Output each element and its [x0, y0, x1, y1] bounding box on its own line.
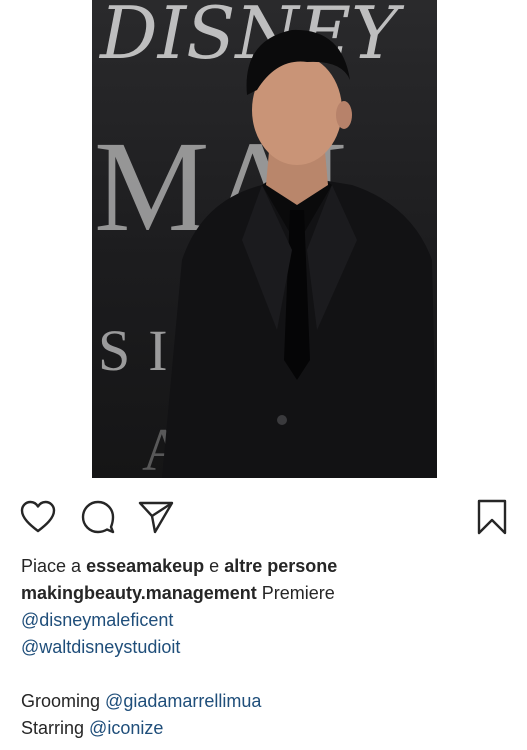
photo-illustration: DISNEY MAL SI A — [94, 0, 437, 478]
comment-button[interactable] — [76, 495, 120, 539]
caption-mention-line-2: @waltdisneystudioit — [21, 634, 511, 661]
caption-grooming-line: Grooming @giadamarrellimua — [21, 688, 511, 715]
likes-others-link[interactable]: altre persone — [224, 556, 337, 576]
likes-conjunction: e — [209, 556, 220, 576]
post-photo[interactable]: DISNEY MAL SI A — [92, 0, 437, 478]
comment-icon — [81, 500, 115, 534]
likes-line: Piace a esseamakeup e altre persone — [21, 553, 511, 580]
likes-prefix: Piace a — [21, 556, 82, 576]
mention-disneymaleficent[interactable]: @disneymaleficent — [21, 610, 173, 630]
save-button[interactable] — [470, 495, 514, 539]
paper-plane-icon — [138, 501, 174, 534]
mention-giadamarrellimua[interactable]: @giadamarrellimua — [105, 691, 261, 711]
caption-starring-line: Starring @iconize — [21, 715, 511, 742]
caption-text: Premiere — [261, 583, 335, 603]
starring-label: Starring — [21, 718, 85, 738]
ear — [336, 101, 352, 129]
heart-icon — [20, 500, 56, 533]
mention-iconize[interactable]: @iconize — [89, 718, 163, 738]
mention-waltdisneystudioit[interactable]: @waltdisneystudioit — [21, 637, 180, 657]
share-button[interactable] — [134, 495, 178, 539]
grooming-label: Grooming — [21, 691, 101, 711]
likes-user-link[interactable]: esseamakeup — [86, 556, 204, 576]
caption-author-link[interactable]: makingbeauty.management — [21, 583, 257, 603]
action-bar — [0, 495, 527, 539]
bookmark-icon — [477, 499, 507, 535]
post-caption: Piace a esseamakeup e altre persone maki… — [21, 553, 511, 742]
caption-author-line: makingbeauty.management Premiere — [21, 580, 511, 607]
like-button[interactable] — [16, 495, 60, 539]
suit-button — [277, 415, 287, 425]
caption-mention-line-1: @disneymaleficent — [21, 607, 511, 634]
